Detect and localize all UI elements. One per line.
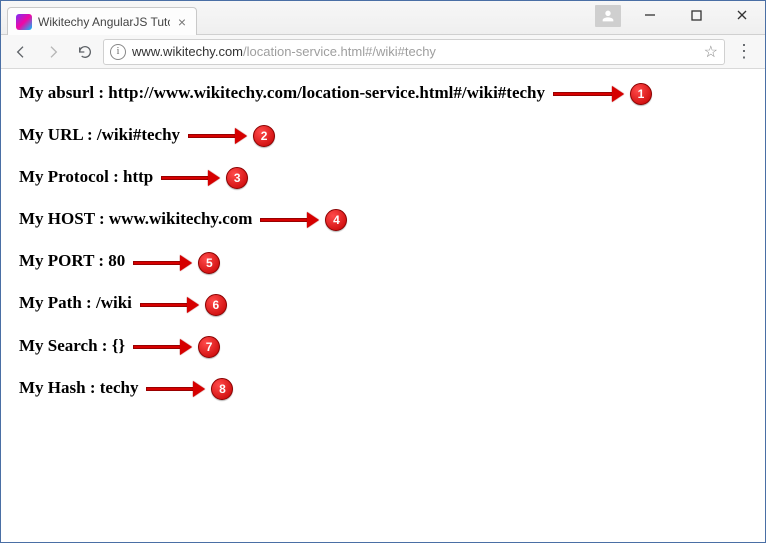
window-maximize-button[interactable] <box>673 1 719 29</box>
arrow-shaft-icon <box>133 261 181 265</box>
annotation-badge: 7 <box>198 336 220 358</box>
bookmark-star-icon[interactable]: ☆ <box>704 42 718 62</box>
window-close-button[interactable] <box>719 1 765 29</box>
arrow-head-icon <box>235 128 247 144</box>
arrow-shaft-icon <box>188 134 236 138</box>
output-value: 80 <box>108 251 125 270</box>
output-row: My URL : /wiki#techy 2 <box>19 125 747 147</box>
annotation: 3 <box>161 167 248 189</box>
output-label: My Search : <box>19 336 112 355</box>
output-label: My HOST : <box>19 209 109 228</box>
address-bar[interactable]: i www.wikitechy.com/location-service.htm… <box>103 39 725 65</box>
output-value: /wiki#techy <box>97 125 180 144</box>
arrow-shaft-icon <box>146 387 194 391</box>
annotation: 1 <box>553 83 652 105</box>
browser-menu-button[interactable]: ⋮ <box>729 38 759 66</box>
arrow-head-icon <box>180 339 192 355</box>
output-row: My Protocol : http 3 <box>19 167 747 189</box>
annotation-badge: 3 <box>226 167 248 189</box>
arrow-head-icon <box>193 381 205 397</box>
browser-tabstrip: Wikitechy AngularJS Tuto × <box>1 1 765 35</box>
output-row: My absurl : http://www.wikitechy.com/loc… <box>19 83 747 105</box>
reload-button[interactable] <box>71 38 99 66</box>
site-info-icon[interactable]: i <box>110 44 126 60</box>
output-label: My Path : <box>19 293 96 312</box>
output-value: techy <box>100 378 139 397</box>
annotation-badge: 6 <box>205 294 227 316</box>
output-row: My Hash : techy 8 <box>19 378 747 400</box>
annotation: 6 <box>140 294 227 316</box>
browser-tab[interactable]: Wikitechy AngularJS Tuto × <box>7 7 197 35</box>
user-avatar-icon[interactable] <box>595 5 621 27</box>
favicon-icon <box>16 14 32 30</box>
annotation-badge: 2 <box>253 125 275 147</box>
arrow-shaft-icon <box>260 218 308 222</box>
annotation-badge: 5 <box>198 252 220 274</box>
arrow-shaft-icon <box>553 92 613 96</box>
output-label: My Protocol : <box>19 167 123 186</box>
annotation: 7 <box>133 336 220 358</box>
output-label: My absurl : <box>19 83 108 102</box>
arrow-head-icon <box>187 297 199 313</box>
output-value: www.wikitechy.com <box>109 209 253 228</box>
arrow-shaft-icon <box>133 345 181 349</box>
output-label: My Hash : <box>19 378 100 397</box>
output-label: My PORT : <box>19 251 108 270</box>
arrow-head-icon <box>612 86 624 102</box>
annotation: 5 <box>133 251 220 273</box>
output-value: http <box>123 167 153 186</box>
arrow-head-icon <box>307 212 319 228</box>
annotation: 2 <box>188 125 275 147</box>
window-minimize-button[interactable] <box>627 1 673 29</box>
output-row: My Path : /wiki 6 <box>19 293 747 315</box>
browser-toolbar: i www.wikitechy.com/location-service.htm… <box>1 35 765 69</box>
url-text: www.wikitechy.com/location-service.html#… <box>132 44 698 59</box>
output-row: My PORT : 80 5 <box>19 251 747 273</box>
annotation-badge: 4 <box>325 209 347 231</box>
arrow-shaft-icon <box>161 176 209 180</box>
arrow-shaft-icon <box>140 303 188 307</box>
tab-title: Wikitechy AngularJS Tuto <box>38 15 170 29</box>
output-value: /wiki <box>96 293 132 312</box>
output-value: http://www.wikitechy.com/location-servic… <box>108 83 545 102</box>
forward-button[interactable] <box>39 38 67 66</box>
output-row: My Search : {} 7 <box>19 336 747 358</box>
back-button[interactable] <box>7 38 35 66</box>
tab-close-icon[interactable]: × <box>176 14 188 30</box>
page-content: My absurl : http://www.wikitechy.com/loc… <box>1 69 765 434</box>
arrow-head-icon <box>208 170 220 186</box>
output-label: My URL : <box>19 125 97 144</box>
window-controls <box>595 1 765 34</box>
annotation: 8 <box>146 378 233 400</box>
annotation-badge: 1 <box>630 83 652 105</box>
annotation: 4 <box>260 209 347 231</box>
output-value: {} <box>112 336 125 355</box>
output-row: My HOST : www.wikitechy.com 4 <box>19 209 747 231</box>
annotation-badge: 8 <box>211 378 233 400</box>
arrow-head-icon <box>180 255 192 271</box>
